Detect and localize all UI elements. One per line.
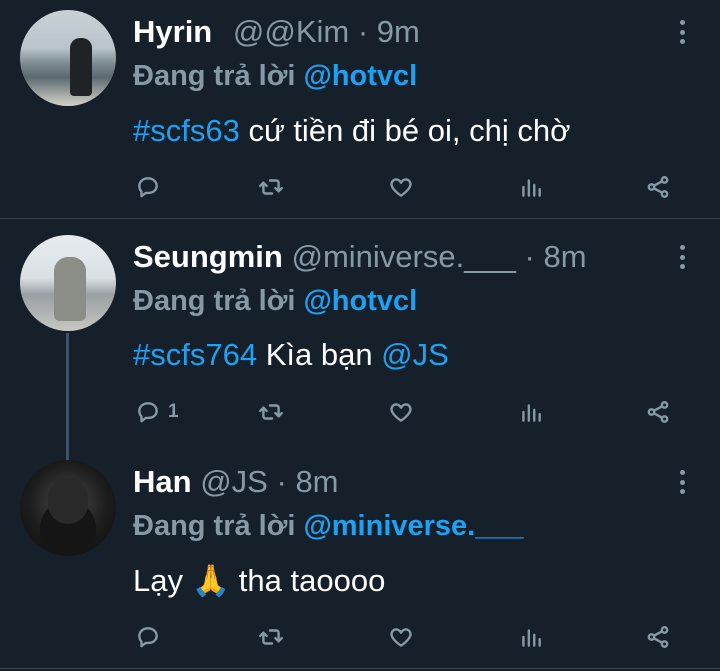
replying-to: Đang trả lời @miniverse.___ [133, 510, 524, 543]
handle[interactable]: @JS [200, 464, 268, 499]
share-icon [647, 626, 669, 648]
tweet-text: #scfs63 cứ tiền đi bé oi, chị chờ [133, 113, 570, 149]
replying-to-label: Đang trả lời [133, 510, 296, 542]
reply-icon [138, 177, 158, 198]
tweet-text-content: cứ tiền đi bé oi, chị chờ [239, 113, 571, 148]
hashtag-link[interactable]: #scfs764 [133, 337, 257, 372]
analytics-icon [522, 404, 541, 422]
like-icon [390, 628, 412, 647]
analytics-button[interactable] [518, 172, 544, 202]
like-icon [390, 403, 412, 422]
action-bar [133, 172, 693, 202]
action-bar: 1 [133, 397, 693, 427]
like-icon [390, 178, 412, 197]
reply-button[interactable] [135, 172, 168, 202]
display-name[interactable]: Seungmin [133, 239, 283, 274]
replying-to: Đang trả lời @hotvcl [133, 285, 417, 318]
retweet-button[interactable] [258, 622, 284, 652]
like-button[interactable] [388, 172, 414, 202]
replying-to-label: Đang trả lời [133, 285, 296, 317]
retweet-button[interactable] [258, 397, 284, 427]
tweet-header: Seungmin @miniverse.___ · 8m [133, 239, 587, 275]
analytics-icon [522, 179, 541, 197]
tweet-header: Hyrin @@Kim · 9m [133, 14, 420, 50]
replying-to: Đang trả lời @hotvcl [133, 60, 417, 93]
replying-to-label: Đang trả lời [133, 60, 296, 92]
replying-to-mention[interactable]: @hotvcl [303, 60, 417, 92]
more-icon[interactable] [678, 20, 686, 44]
display-name[interactable]: Hyrin [133, 14, 212, 49]
action-bar [133, 622, 693, 652]
reply-count: 1 [168, 401, 179, 422]
reply-button[interactable] [135, 622, 168, 652]
separator-dot: · [524, 239, 535, 274]
like-button[interactable] [388, 622, 414, 652]
reply-icon [138, 627, 158, 648]
more-icon[interactable] [678, 470, 686, 494]
mention-link[interactable]: @JS [381, 337, 449, 372]
like-button[interactable] [388, 397, 414, 427]
replying-to-mention[interactable]: @hotvcl [303, 285, 417, 317]
reply-button[interactable]: 1 [135, 397, 179, 427]
avatar[interactable] [20, 10, 116, 106]
tweet-text-content: Kìa bạn [257, 337, 382, 372]
share-icon [647, 176, 669, 198]
handle[interactable]: @@Kim [233, 14, 349, 49]
more-icon[interactable] [678, 245, 686, 269]
display-name[interactable]: Han [133, 464, 192, 499]
tweet-text: #scfs764 Kìa bạn @JS [133, 337, 449, 373]
retweet-button[interactable] [258, 172, 284, 202]
separator-dot: · [276, 464, 287, 499]
handle[interactable]: @miniverse.___ [291, 239, 515, 274]
analytics-button[interactable] [518, 622, 544, 652]
avatar[interactable] [20, 235, 116, 331]
avatar[interactable] [20, 460, 116, 556]
share-button[interactable] [645, 397, 671, 427]
timestamp[interactable]: 8m [544, 239, 587, 274]
separator-dot: · [357, 14, 369, 49]
timestamp[interactable]: 8m [295, 464, 338, 499]
tweet-text: Lạy 🙏 tha taoooo [133, 563, 386, 598]
tweet-header: Han @JS · 8m [133, 464, 339, 500]
analytics-button[interactable] [518, 397, 544, 427]
hashtag-link[interactable]: #scfs63 [133, 113, 240, 148]
retweet-icon [258, 629, 284, 645]
divider [0, 668, 720, 669]
replying-to-mention[interactable]: @miniverse.___ [303, 510, 523, 542]
analytics-icon [522, 629, 541, 647]
timestamp[interactable]: 9m [377, 14, 420, 49]
reply-icon [138, 402, 158, 423]
share-button[interactable] [645, 622, 671, 652]
thread-line [66, 333, 69, 463]
retweet-icon [258, 179, 284, 195]
share-icon [647, 401, 669, 423]
retweet-icon [258, 404, 284, 420]
divider [0, 218, 720, 219]
share-button[interactable] [645, 172, 671, 202]
